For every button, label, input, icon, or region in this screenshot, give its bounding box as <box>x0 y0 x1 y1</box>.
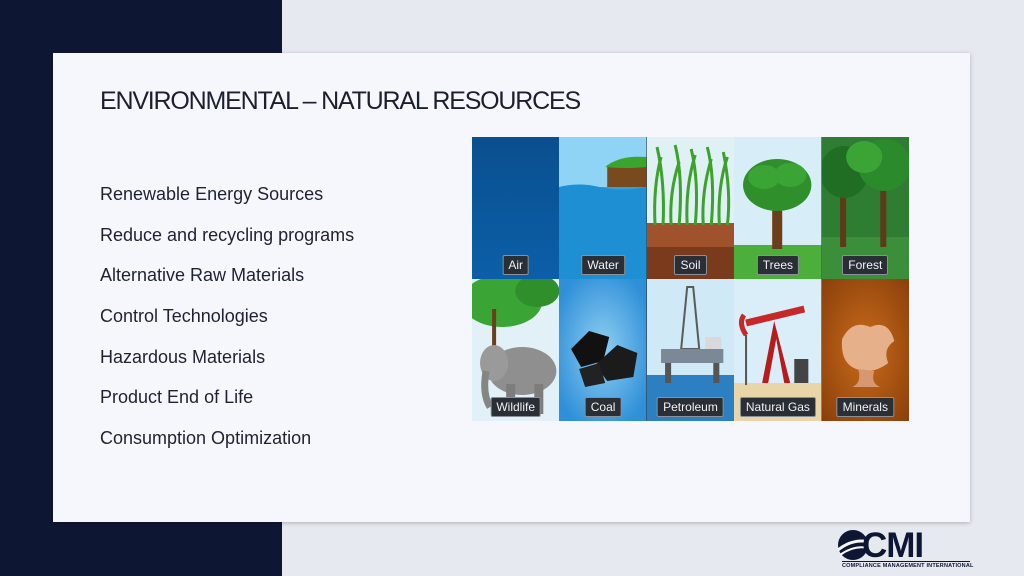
tile-label: Water <box>581 255 625 275</box>
tile-petroleum: Petroleum <box>646 279 735 421</box>
tile-natural-gas: Natural Gas <box>734 279 822 421</box>
tile-label: Minerals <box>836 397 894 417</box>
slide-card: ENVIRONMENTAL – NATURAL RESOURCES Renewa… <box>53 53 970 522</box>
tile-wildlife: Wildlife <box>472 279 560 421</box>
tile-minerals: Minerals <box>821 279 909 421</box>
tile-label: Forest <box>842 255 889 275</box>
tile-label: Natural Gas <box>739 397 816 417</box>
bullet-item: Consumption Optimization <box>100 428 312 449</box>
natural-resources-image: Air Water Soil Trees Forest Wildlife Coa… <box>472 137 909 421</box>
logo-word: CMI <box>862 526 924 565</box>
bullet-item: Product End of Life <box>100 387 254 408</box>
slide-title: ENVIRONMENTAL – NATURAL RESOURCES <box>100 87 581 115</box>
tile-forest: Forest <box>821 137 909 279</box>
tile-label: Trees <box>756 255 800 275</box>
tile-trees: Trees <box>734 137 822 279</box>
tile-label: Petroleum <box>657 397 724 417</box>
tile-label: Wildlife <box>490 397 542 417</box>
bullet-item: Alternative Raw Materials <box>100 265 305 286</box>
logo-subtitle: COMPLIANCE MANAGEMENT INTERNATIONAL <box>842 563 974 569</box>
cmi-logo: CMI COMPLIANCE MANAGEMENT INTERNATIONAL <box>836 526 973 572</box>
bullet-item: Hazardous Materials <box>100 346 266 367</box>
bullet-item: Reduce and recycling programs <box>100 224 355 245</box>
tile-air: Air <box>472 137 560 279</box>
bullet-list: Renewable Energy Sources Reduce and recy… <box>100 181 354 466</box>
tile-label: Air <box>502 255 530 275</box>
tile-label: Coal <box>584 397 622 417</box>
tile-water: Water <box>559 137 647 279</box>
tile-coal: Coal <box>559 279 647 421</box>
tile-soil: Soil <box>646 137 735 279</box>
logo-underline <box>842 561 970 562</box>
bullet-item: Renewable Energy Sources <box>100 184 324 204</box>
tile-label: Soil <box>674 255 707 275</box>
bullet-item: Control Technologies <box>100 306 268 327</box>
